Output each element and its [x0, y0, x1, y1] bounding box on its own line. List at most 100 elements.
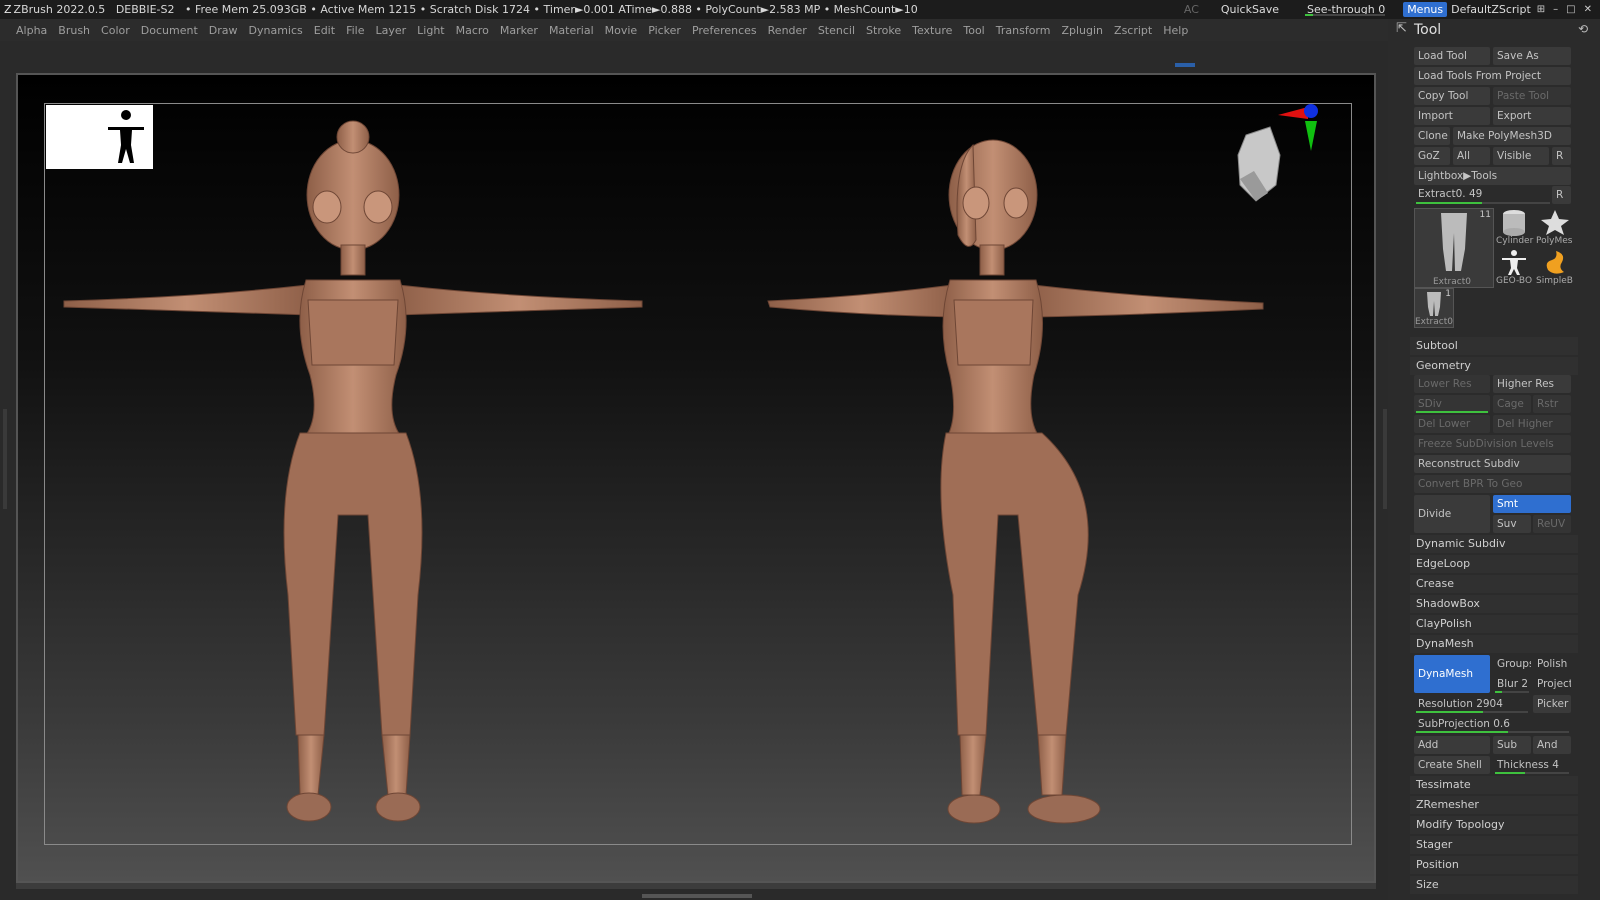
zremesher-section[interactable]: ZRemesher — [1410, 796, 1578, 814]
save-as-button[interactable]: Save As — [1493, 47, 1571, 65]
menu-zplugin[interactable]: Zplugin — [1061, 24, 1103, 37]
make-polymesh3d-button[interactable]: Make PolyMesh3D — [1453, 127, 1571, 145]
sdiv-slider[interactable] — [1416, 411, 1488, 413]
groups-toggle[interactable]: Groups — [1493, 655, 1531, 673]
menu-marker[interactable]: Marker — [500, 24, 538, 37]
stager-section[interactable]: Stager — [1410, 836, 1578, 854]
bottom-tray-handle[interactable] — [642, 894, 752, 898]
quicksave-button[interactable]: QuickSave — [1221, 3, 1279, 16]
clone-button[interactable]: Clone — [1414, 127, 1450, 145]
default-zscript-button[interactable]: DefaultZScript — [1451, 3, 1531, 16]
export-button[interactable]: Export — [1493, 107, 1571, 125]
menu-zscript[interactable]: Zscript — [1114, 24, 1152, 37]
tool-tile-cylinder[interactable]: Cylinder — [1496, 208, 1534, 246]
right-tray-handle[interactable] — [1383, 409, 1387, 509]
tool-tile-extract-small[interactable]: 1 Extract0 — [1414, 288, 1454, 328]
smt-toggle[interactable]: Smt — [1493, 495, 1571, 513]
picker-button[interactable]: Picker — [1533, 695, 1571, 713]
copy-tool-button[interactable]: Copy Tool — [1414, 87, 1490, 105]
tool-tile-simplebrush[interactable]: SimpleB — [1536, 248, 1574, 286]
character-side-view[interactable] — [767, 139, 1264, 824]
subprojection-slider[interactable] — [1416, 731, 1569, 733]
menu-layer[interactable]: Layer — [375, 24, 406, 37]
see-through-slider[interactable]: See-through 0 — [1303, 3, 1389, 16]
edgeloop-section[interactable]: EdgeLoop — [1410, 555, 1578, 573]
menu-movie[interactable]: Movie — [605, 24, 638, 37]
add-button[interactable]: Add — [1414, 736, 1490, 754]
dynamic-subdiv-section[interactable]: Dynamic Subdiv — [1410, 535, 1578, 553]
menu-macro[interactable]: Macro — [456, 24, 489, 37]
create-shell-button[interactable]: Create Shell — [1414, 756, 1490, 774]
extract-slider-label[interactable]: Extract0. 49 — [1414, 185, 1550, 203]
goz-visible-button[interactable]: Visible — [1493, 147, 1549, 165]
menu-draw[interactable]: Draw — [209, 24, 238, 37]
higher-res-button[interactable]: Higher Res — [1493, 375, 1571, 393]
left-tray-handle[interactable] — [3, 409, 7, 509]
suv-toggle[interactable]: Suv — [1493, 515, 1531, 533]
paste-tool-button[interactable]: Paste Tool — [1493, 87, 1571, 105]
extract-r-button[interactable]: R — [1552, 186, 1571, 204]
shadowbox-section[interactable]: ShadowBox — [1410, 595, 1578, 613]
orientation-gizmo-icon[interactable] — [1237, 104, 1318, 202]
del-higher-button[interactable]: Del Higher — [1493, 415, 1571, 433]
menus-toggle-button[interactable]: Menus — [1403, 2, 1448, 17]
pin-icon[interactable]: ⇱ — [1396, 21, 1407, 36]
position-section[interactable]: Position — [1410, 856, 1578, 874]
size-section[interactable]: Size — [1410, 876, 1578, 894]
menu-preferences[interactable]: Preferences — [692, 24, 757, 37]
convert-bpr-button[interactable]: Convert BPR To Geo — [1414, 475, 1571, 493]
close-icon[interactable]: ✕ — [1584, 4, 1592, 15]
cage-button[interactable]: Cage — [1493, 395, 1531, 413]
goz-all-button[interactable]: All — [1453, 147, 1490, 165]
rstr-button[interactable]: Rstr — [1533, 395, 1571, 413]
dynamesh-section[interactable]: DynaMesh — [1410, 635, 1578, 653]
geometry-section[interactable]: Geometry — [1410, 357, 1578, 375]
ac-label[interactable]: AC — [1184, 3, 1199, 16]
goz-r-button[interactable]: R — [1552, 147, 1571, 165]
extract-slider[interactable] — [1416, 202, 1550, 204]
freeze-subdivision-button[interactable]: Freeze SubDivision Levels — [1414, 435, 1571, 453]
load-tool-button[interactable]: Load Tool — [1414, 47, 1490, 65]
lightbox-tools-button[interactable]: Lightbox▶Tools — [1414, 167, 1571, 185]
menu-tool[interactable]: Tool — [963, 24, 984, 37]
menu-dynamics[interactable]: Dynamics — [249, 24, 303, 37]
bottom-tray[interactable] — [0, 889, 1388, 900]
menu-help[interactable]: Help — [1163, 24, 1188, 37]
import-button[interactable]: Import — [1414, 107, 1490, 125]
dynamesh-button[interactable]: DynaMesh — [1414, 655, 1490, 693]
divide-button[interactable]: Divide — [1414, 495, 1490, 533]
tool-tile-geobody[interactable]: GEO-BO — [1496, 248, 1534, 286]
menu-stencil[interactable]: Stencil — [818, 24, 855, 37]
sub-button[interactable]: Sub — [1493, 736, 1531, 754]
lower-res-button[interactable]: Lower Res — [1414, 375, 1490, 393]
menu-render[interactable]: Render — [768, 24, 807, 37]
menu-stroke[interactable]: Stroke — [866, 24, 901, 37]
tessimate-section[interactable]: Tessimate — [1410, 776, 1578, 794]
tool-tile-extract[interactable]: 11 Extract0 — [1414, 208, 1494, 288]
palette-close-icon[interactable]: ⟲ — [1578, 22, 1588, 36]
layout-switch-icon[interactable]: ⊞ — [1537, 4, 1545, 15]
menu-edit[interactable]: Edit — [314, 24, 335, 37]
character-front-view[interactable] — [18, 75, 1378, 885]
crease-section[interactable]: Crease — [1410, 575, 1578, 593]
subtool-section[interactable]: Subtool — [1410, 337, 1578, 355]
menu-color[interactable]: Color — [101, 24, 130, 37]
document-canvas[interactable] — [16, 73, 1376, 883]
menu-transform[interactable]: Transform — [996, 24, 1051, 37]
project-toggle[interactable]: Project — [1533, 675, 1571, 693]
tool-tile-polymesh[interactable]: PolyMes — [1536, 208, 1574, 246]
menu-light[interactable]: Light — [417, 24, 444, 37]
canvas-area[interactable] — [16, 73, 1376, 889]
menu-document[interactable]: Document — [141, 24, 198, 37]
and-button[interactable]: And — [1533, 736, 1571, 754]
menu-picker[interactable]: Picker — [648, 24, 681, 37]
reuv-button[interactable]: ReUV — [1533, 515, 1571, 533]
menu-alpha[interactable]: Alpha — [16, 24, 47, 37]
menu-texture[interactable]: Texture — [912, 24, 952, 37]
polish-toggle[interactable]: Polish — [1533, 655, 1571, 673]
goz-button[interactable]: GoZ — [1414, 147, 1450, 165]
blur-slider[interactable] — [1495, 691, 1529, 693]
reconstruct-subdiv-button[interactable]: Reconstruct Subdiv — [1414, 455, 1571, 473]
load-tools-from-project-button[interactable]: Load Tools From Project — [1414, 67, 1571, 85]
resolution-slider[interactable] — [1416, 711, 1528, 713]
